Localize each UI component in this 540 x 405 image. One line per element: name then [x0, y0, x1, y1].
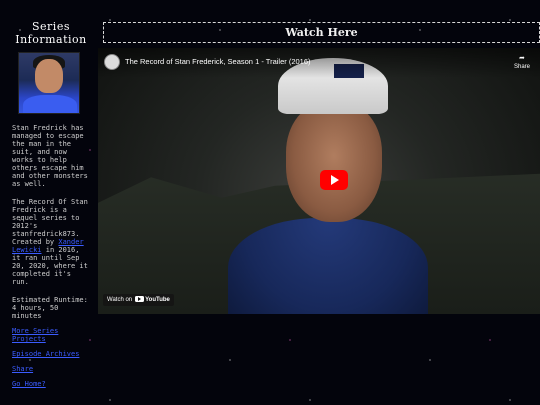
main-content: Watch Here The Record of Stan Frederick,… [98, 0, 540, 405]
series-info-title: Series Information [15, 20, 87, 46]
share-label: Share [513, 64, 530, 70]
share-button[interactable]: ➦ Share [512, 54, 532, 70]
series-thumbnail-image [18, 52, 80, 114]
go-home-link[interactable]: Go Home? [12, 380, 94, 388]
channel-avatar[interactable] [104, 54, 120, 70]
play-button[interactable] [320, 170, 348, 190]
youtube-label: YouTube [145, 297, 170, 303]
video-player[interactable]: The Record of Stan Frederick, Season 1 -… [98, 48, 540, 314]
share-arrow-icon: ➦ [519, 54, 525, 64]
sidebar-links: More Series Projects Episode Archives Sh… [12, 327, 94, 388]
series-history: The Record Of Stan Fredrick is a sequel … [12, 198, 92, 286]
watch-here-header: Watch Here [103, 22, 540, 43]
series-runtime: Estimated Runtime: 4 hours, 50 minutes [12, 296, 88, 320]
sidebar: Series Information Stan Fredrick has man… [0, 0, 98, 405]
watch-on-label: Watch on [107, 297, 133, 303]
youtube-icon [135, 296, 145, 302]
share-link[interactable]: Share [12, 365, 94, 373]
episode-archives-link[interactable]: Episode Archives [12, 350, 94, 358]
series-description: Stan Fredrick has managed to escape the … [12, 124, 88, 188]
watch-on-youtube-button[interactable]: Watch on YouTube [103, 294, 174, 306]
more-projects-link[interactable]: More Series Projects [12, 327, 94, 343]
video-title[interactable]: The Record of Stan Frederick, Season 1 -… [125, 57, 311, 66]
